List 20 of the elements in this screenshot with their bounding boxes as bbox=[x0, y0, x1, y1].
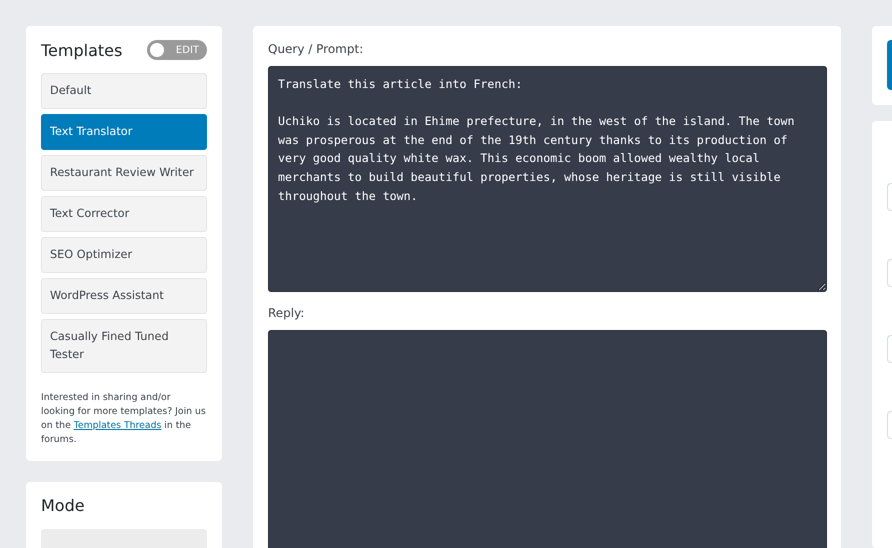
input-field[interactable] bbox=[887, 259, 892, 287]
input-field[interactable] bbox=[887, 183, 892, 211]
reply-output[interactable] bbox=[268, 330, 827, 548]
template-item[interactable]: Text Translator bbox=[41, 114, 207, 150]
field-label: Query / Prompt: bbox=[268, 42, 364, 56]
prompt-input[interactable]: Translate this article into French: Uchiko is located in Ehime prefecture, in the west of the island. The town was prosperous at the end of the 19th century thanks to its production of very good quality white wax. This economic boom allowed wealthy local merchants to build beautiful properties, whose heritage is still visible throughout the town. bbox=[268, 66, 827, 292]
input-field[interactable] bbox=[887, 411, 892, 439]
template-item[interactable]: WordPress Assistant bbox=[41, 278, 207, 314]
template-item[interactable]: Text Corrector bbox=[41, 196, 207, 232]
panel-title: Mode bbox=[41, 496, 86, 515]
template-item[interactable]: Casually Fined Tuned Tester bbox=[41, 319, 207, 373]
action-button[interactable] bbox=[887, 40, 892, 90]
panel-title: Templates bbox=[41, 40, 122, 60]
input-field[interactable] bbox=[887, 335, 892, 363]
templates-threads-link[interactable]: Templates Threads bbox=[74, 420, 162, 431]
template-item[interactable]: Default bbox=[41, 73, 207, 109]
templates-note: Interested in sharing and/or looking for more templates? Join us on the Templates Threads in the forums. bbox=[41, 391, 207, 447]
template-item[interactable]: SEO Optimizer bbox=[41, 237, 207, 273]
template-item[interactable]: Restaurant Review Writer bbox=[41, 155, 207, 191]
field-label: Reply: bbox=[268, 306, 306, 320]
